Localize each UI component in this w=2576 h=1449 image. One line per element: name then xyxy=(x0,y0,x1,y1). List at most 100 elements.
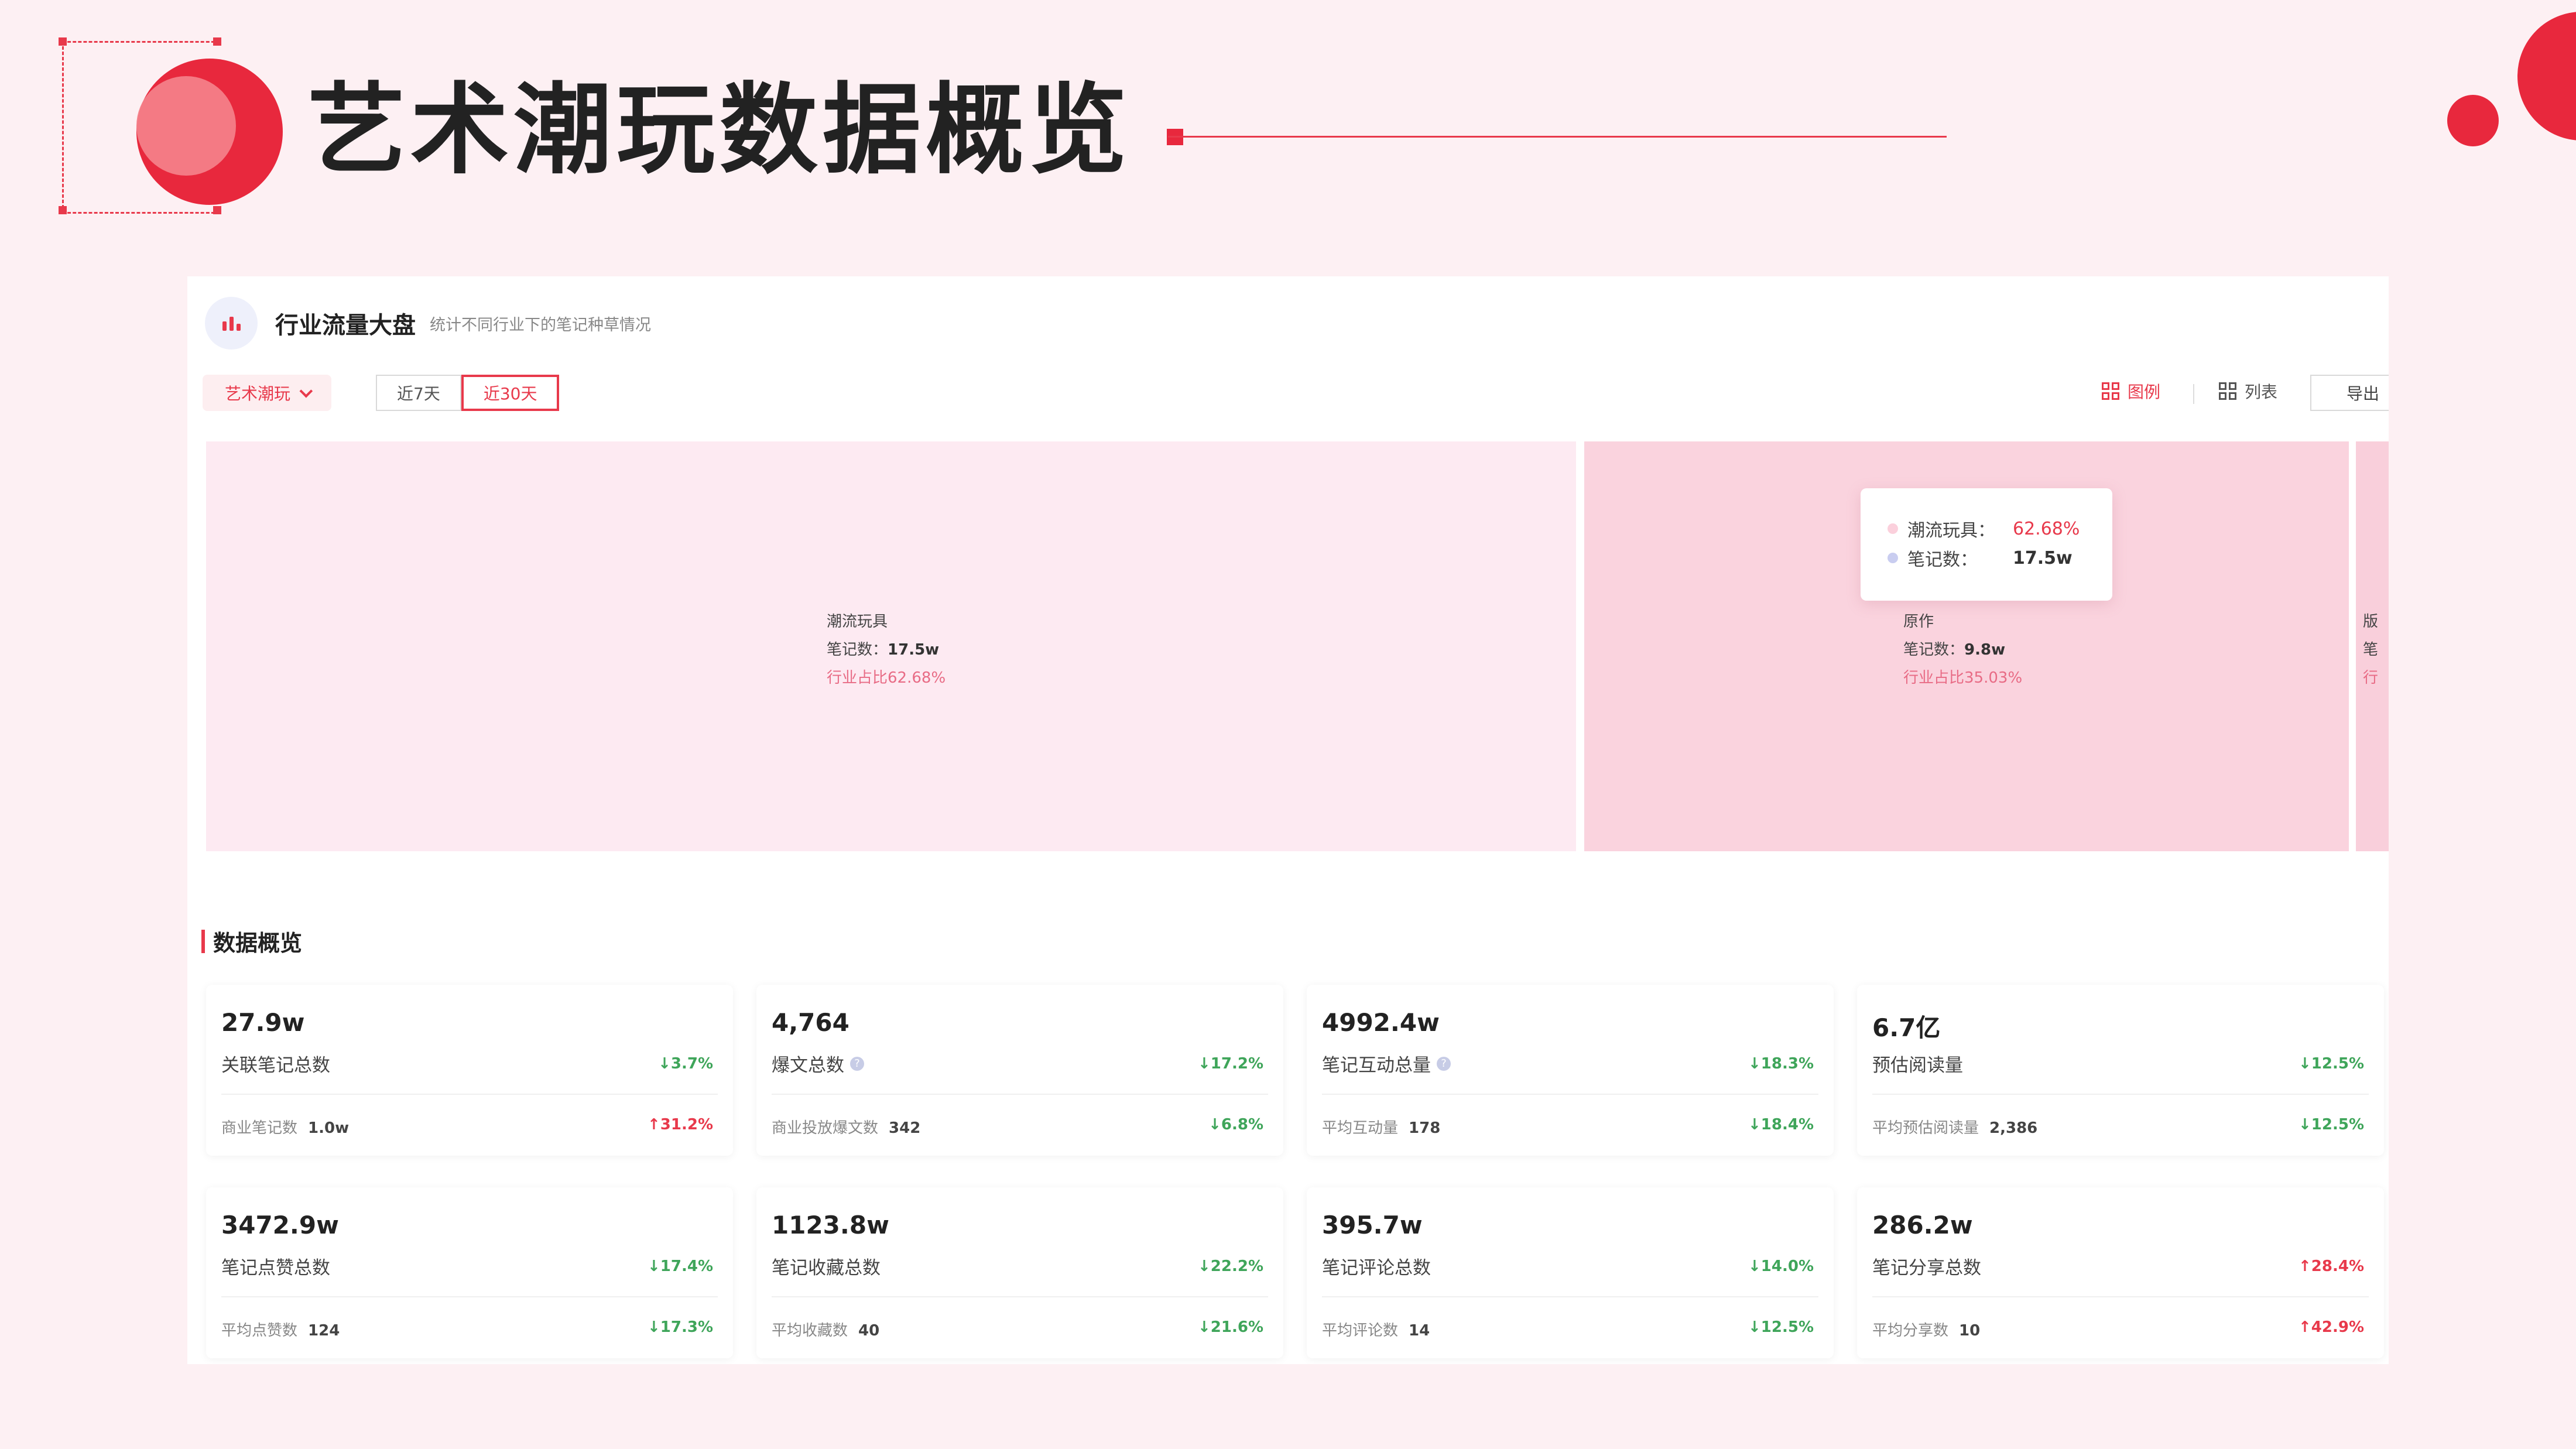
arrow-down-icon: ↓ xyxy=(1748,1055,1761,1073)
metric-change-value: 12.5% xyxy=(2311,1055,2364,1073)
arrow-down-icon: ↓ xyxy=(2298,1055,2311,1073)
list-view-icon xyxy=(2219,382,2236,400)
submetric-label: 平均点赞数 xyxy=(221,1322,298,1340)
category-dropdown-label: 艺术潮玩 xyxy=(224,384,290,403)
view-list-button[interactable]: 列表 xyxy=(2219,379,2277,403)
metric-change-value: 14.0% xyxy=(1760,1258,1814,1275)
submetric-label: 平均互动量 xyxy=(1322,1119,1399,1137)
info-icon[interactable]: ? xyxy=(1437,1056,1451,1071)
arrow-down-icon: ↓ xyxy=(1748,1258,1761,1275)
metric-card: 286.2w 笔记分享总数 ↑28.4% 平均分享数 10 ↑42.9% xyxy=(1857,1187,2384,1358)
tooltip-name-key: 潮流玩具： xyxy=(1907,520,1995,541)
submetric-value: 124 xyxy=(308,1322,340,1340)
arrow-down-icon: ↓ xyxy=(1748,1318,1761,1336)
metric-value: 4992.4w xyxy=(1322,1008,1440,1037)
submetric-change-value: 12.5% xyxy=(1760,1318,1814,1336)
metric-label-row: 笔记评论总数 xyxy=(1322,1253,1431,1279)
submetric-change: ↓18.4% xyxy=(1748,1116,1814,1133)
metric-card: 4,764 爆文总数? ↓17.2% 商业投放爆文数 342 ↓6.8% xyxy=(756,985,1283,1156)
submetric-change-value: 31.2% xyxy=(660,1116,713,1133)
submetric: 平均收藏数 40 xyxy=(772,1318,879,1340)
card-divider xyxy=(1872,1094,2369,1095)
metric-value: 3472.9w xyxy=(221,1211,339,1239)
tile-notes-value: 9.8w xyxy=(1964,641,2006,659)
card-divider xyxy=(221,1296,718,1297)
tile-notes-label: 笔记数： xyxy=(1903,641,1965,659)
submetric-label: 平均分享数 xyxy=(1872,1322,1949,1340)
metric-label-row: 爆文总数? xyxy=(772,1050,864,1077)
traffic-panel: 行业流量大盘 统计不同行业下的笔记种草情况 艺术潮玩 近7天 近30天 图例 列… xyxy=(187,276,2389,1364)
metric-label-row: 笔记点赞总数 xyxy=(221,1253,330,1279)
tile-name: 版 xyxy=(2363,613,2379,631)
metric-change: ↓14.0% xyxy=(1748,1258,1814,1275)
metric-change-value: 17.4% xyxy=(660,1258,713,1275)
submetric: 平均分享数 10 xyxy=(1872,1318,1980,1340)
circle-logo-inner xyxy=(136,76,236,176)
metric-value: 4,764 xyxy=(772,1008,849,1037)
arrow-down-icon: ↓ xyxy=(1198,1318,1211,1336)
submetric-label: 商业笔记数 xyxy=(221,1119,298,1137)
submetric-value: 178 xyxy=(1409,1119,1441,1137)
submetric-value: 10 xyxy=(1959,1322,1981,1340)
metric-change-value: 18.3% xyxy=(1760,1055,1814,1073)
metric-label-row: 预估阅读量 xyxy=(1872,1050,1963,1077)
treemap-tile[interactable]: 版 笔 行 xyxy=(2356,441,2389,851)
view-chart-label: 图例 xyxy=(2128,382,2161,402)
card-divider xyxy=(1322,1296,1818,1297)
frame-line-left xyxy=(62,41,64,214)
submetric-change-value: 21.6% xyxy=(1210,1318,1263,1336)
submetric-change: ↓6.8% xyxy=(1208,1116,1263,1133)
range-7-days-button[interactable]: 近7天 xyxy=(376,375,461,411)
view-chart-button[interactable]: 图例 xyxy=(2102,379,2160,403)
section-title-bar xyxy=(201,929,205,953)
slide-title: 艺术潮玩数据概览 xyxy=(307,73,1132,187)
tile-share-label: 行业占比 xyxy=(1903,669,1965,687)
tile-share-label: 行业占比 xyxy=(827,669,888,687)
info-icon[interactable]: ? xyxy=(850,1056,864,1071)
arrow-up-icon: ↑ xyxy=(2298,1318,2311,1336)
tooltip-dot-notes xyxy=(1888,553,1898,563)
industry-treemap: 潮流玩具 笔记数：17.5w 行业占比62.68% 原作 笔记数：9.8w 行业… xyxy=(206,441,2389,851)
submetric-change-value: 42.9% xyxy=(2311,1318,2364,1336)
submetric-value: 40 xyxy=(858,1322,880,1340)
treemap-tile-label: 原作 笔记数：9.8w 行业占比35.03% xyxy=(1903,608,2022,692)
tooltip-dot-share xyxy=(1888,523,1898,534)
submetric-label: 平均预估阅读量 xyxy=(1872,1119,1979,1137)
tile-share-value: 62.68% xyxy=(888,669,946,687)
category-dropdown[interactable]: 艺术潮玩 xyxy=(203,375,331,411)
submetric: 商业笔记数 1.0w xyxy=(221,1116,349,1138)
tile-name: 潮流玩具 xyxy=(827,613,888,631)
metric-label: 笔记评论总数 xyxy=(1322,1258,1431,1279)
panel-header: 行业流量大盘 统计不同行业下的笔记种草情况 xyxy=(205,294,651,352)
card-divider xyxy=(1872,1296,2369,1297)
section-title-text: 数据概览 xyxy=(213,930,303,956)
tooltip-notes-value: 17.5w xyxy=(2013,547,2073,568)
arrow-down-icon: ↓ xyxy=(1198,1258,1211,1275)
metric-change-value: 28.4% xyxy=(2311,1258,2364,1275)
submetric-change: ↑31.2% xyxy=(648,1116,713,1133)
metric-label-row: 关联笔记总数 xyxy=(221,1050,330,1077)
metric-label: 爆文总数 xyxy=(772,1055,844,1076)
metric-change: ↓3.7% xyxy=(658,1055,713,1073)
section-title: 数据概览 xyxy=(201,925,302,957)
arrow-down-icon: ↓ xyxy=(648,1258,660,1275)
card-divider xyxy=(772,1296,1268,1297)
metric-label: 笔记分享总数 xyxy=(1872,1258,1981,1279)
range-30-days-button[interactable]: 近30天 xyxy=(461,375,560,411)
submetric-change: ↑42.9% xyxy=(2298,1318,2364,1336)
arrow-down-icon: ↓ xyxy=(1208,1116,1221,1133)
submetric: 平均评论数 14 xyxy=(1322,1318,1430,1340)
treemap-tile-label: 版 笔 行 xyxy=(2363,608,2378,692)
treemap-tile[interactable]: 潮流玩具 笔记数：17.5w 行业占比62.68% xyxy=(206,441,1576,851)
export-button[interactable]: 导出 xyxy=(2310,375,2389,411)
metric-label-row: 笔记分享总数 xyxy=(1872,1253,1981,1279)
metric-label: 笔记互动总量 xyxy=(1322,1055,1431,1076)
frame-corner-dot xyxy=(213,206,221,214)
tooltip-notes-key: 笔记数： xyxy=(1907,550,1978,570)
panel-title: 行业流量大盘 xyxy=(275,312,416,339)
submetric-change: ↓12.5% xyxy=(2298,1116,2364,1133)
submetric-change: ↓21.6% xyxy=(1198,1318,1263,1336)
metric-card: 395.7w 笔记评论总数 ↓14.0% 平均评论数 14 ↓12.5% xyxy=(1307,1187,1834,1358)
title-rule xyxy=(1168,136,1947,138)
submetric-change: ↓12.5% xyxy=(1748,1318,1814,1336)
